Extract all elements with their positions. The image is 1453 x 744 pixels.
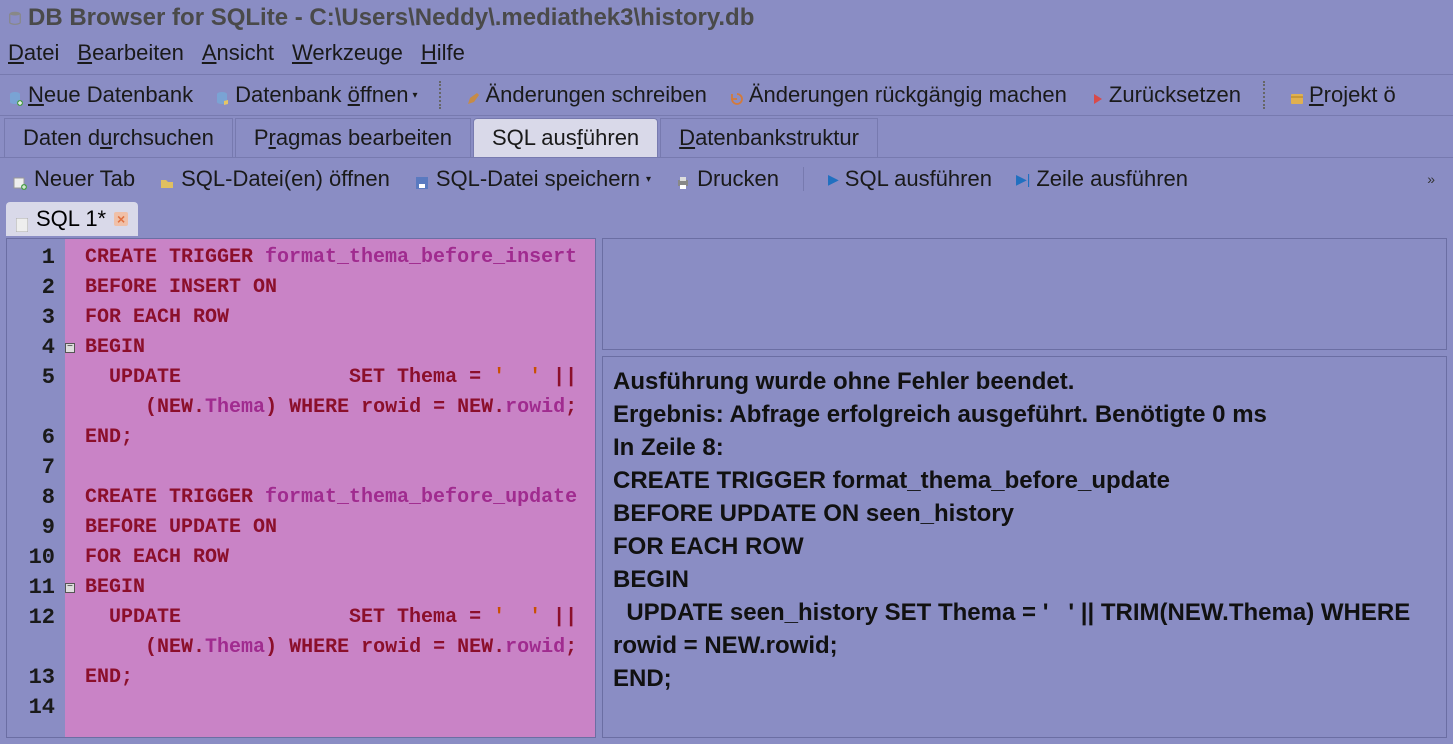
toolbar-overflow-button[interactable]: » <box>1427 171 1441 187</box>
write-changes-icon <box>465 87 481 103</box>
fold-column: − − <box>65 239 79 737</box>
results-log[interactable]: Ausführung wurde ohne Fehler beendet. Er… <box>602 356 1447 738</box>
sql-file-tabs: SQL 1* × <box>0 200 1453 238</box>
open-file-icon <box>159 171 175 187</box>
database-icon <box>8 11 22 25</box>
sql-tab-1[interactable]: SQL 1* × <box>6 202 138 236</box>
toolbar-divider <box>1263 81 1267 109</box>
tab-datenbankstruktur[interactable]: Datenbankstruktur <box>660 118 878 157</box>
write-changes-button[interactable]: Änderungen schreiben <box>465 82 706 108</box>
save-file-icon <box>414 171 430 187</box>
open-database-icon <box>215 87 231 103</box>
open-database-button[interactable]: Datenbank öffnen ▾ <box>215 82 417 108</box>
menu-bar: Datei Bearbeiten Ansicht Werkzeuge Hilfe <box>0 36 1453 74</box>
print-icon <box>675 171 691 187</box>
title-bar: DB Browser for SQLite - C:\Users\Neddy\.… <box>0 0 1453 36</box>
new-database-icon <box>8 87 24 103</box>
revert-changes-button[interactable]: Änderungen rückgängig machen <box>729 82 1067 108</box>
window-title: DB Browser for SQLite - C:\Users\Neddy\.… <box>28 4 754 32</box>
close-tab-button[interactable]: × <box>114 212 128 226</box>
run-sql-button[interactable]: ▶ SQL ausführen <box>828 166 992 192</box>
menu-datei[interactable]: Datei <box>8 40 59 66</box>
toolbar-separator <box>803 167 804 191</box>
save-sql-file-button[interactable]: SQL-Datei speichern ▾ <box>414 166 651 192</box>
workspace: 12345 6789101112 1314 − − CREATE TRIGGER… <box>0 238 1453 744</box>
menu-ansicht[interactable]: Ansicht <box>202 40 274 66</box>
reset-icon <box>1089 87 1105 103</box>
dropdown-chevron-icon: ▾ <box>646 174 651 185</box>
toolbar-divider <box>439 81 443 109</box>
tab-pragmas-bearbeiten[interactable]: Pragmas bearbeiten <box>235 118 471 157</box>
menu-hilfe[interactable]: Hilfe <box>421 40 465 66</box>
play-icon: ▶ <box>828 171 839 188</box>
fold-toggle-icon[interactable]: − <box>65 583 75 593</box>
revert-changes-icon <box>729 87 745 103</box>
tab-daten-durchsuchen[interactable]: Daten durchsuchen <box>4 118 233 157</box>
fold-toggle-icon[interactable]: − <box>65 343 75 353</box>
sql-code-editor[interactable]: CREATE TRIGGER format_thema_before_inser… <box>79 239 595 737</box>
print-button[interactable]: Drucken <box>675 166 779 192</box>
line-number-gutter: 12345 6789101112 1314 <box>7 239 65 737</box>
run-line-button[interactable]: ▶| Zeile ausführen <box>1016 166 1188 192</box>
play-step-icon: ▶| <box>1016 171 1030 188</box>
dropdown-chevron-icon: ▾ <box>412 90 417 101</box>
menu-werkzeuge[interactable]: Werkzeuge <box>292 40 403 66</box>
open-project-button[interactable]: Projekt ö <box>1289 82 1396 108</box>
sql-file-icon <box>16 212 28 226</box>
results-grid[interactable] <box>602 238 1447 350</box>
sql-editor-pane: 12345 6789101112 1314 − − CREATE TRIGGER… <box>6 238 596 738</box>
new-tab-button[interactable]: Neuer Tab <box>12 166 135 192</box>
sql-tab-label: SQL 1* <box>36 206 106 232</box>
new-database-button[interactable]: Neue Datenbank <box>8 82 193 108</box>
main-tabs: Daten durchsuchen Pragmas bearbeiten SQL… <box>0 116 1453 157</box>
reset-button[interactable]: Zurücksetzen <box>1089 82 1241 108</box>
menu-bearbeiten[interactable]: Bearbeiten <box>77 40 183 66</box>
new-tab-icon <box>12 171 28 187</box>
open-sql-file-button[interactable]: SQL-Datei(en) öffnen <box>159 166 390 192</box>
tab-sql-ausfuehren[interactable]: SQL ausführen <box>473 118 658 157</box>
sql-toolbar: Neuer Tab SQL-Datei(en) öffnen SQL-Datei… <box>0 157 1453 200</box>
main-toolbar: Neue Datenbank Datenbank öffnen ▾ Änderu… <box>0 74 1453 116</box>
open-project-icon <box>1289 87 1305 103</box>
results-column: Ausführung wurde ohne Fehler beendet. Er… <box>602 238 1447 738</box>
